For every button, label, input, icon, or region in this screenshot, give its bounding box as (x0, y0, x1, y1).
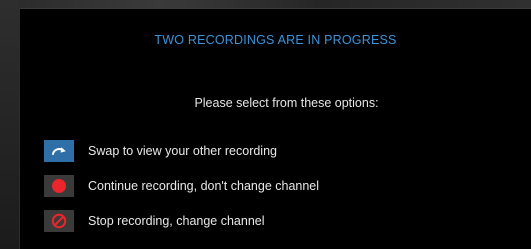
option-stop-label: Stop recording, change channel (88, 214, 265, 228)
no-entry-icon (44, 210, 74, 232)
option-swap-label: Swap to view your other recording (88, 144, 277, 158)
background-left-strip (0, 0, 19, 249)
option-continue-label: Continue recording, don't change channel (88, 179, 320, 193)
record-dot-icon (44, 175, 74, 197)
background-top-strip (0, 0, 531, 8)
option-continue-recording[interactable]: Continue recording, don't change channel (44, 175, 319, 197)
dialog-prompt: Please select from these options: (194, 96, 379, 110)
option-stop-recording[interactable]: Stop recording, change channel (44, 210, 265, 232)
swap-arrow-icon (44, 140, 74, 162)
dialog-title: TWO RECORDINGS ARE IN PROGRESS (154, 33, 397, 47)
option-swap-recording[interactable]: Swap to view your other recording (44, 140, 277, 162)
recording-conflict-dialog: TWO RECORDINGS ARE IN PROGRESS Please se… (19, 8, 531, 249)
